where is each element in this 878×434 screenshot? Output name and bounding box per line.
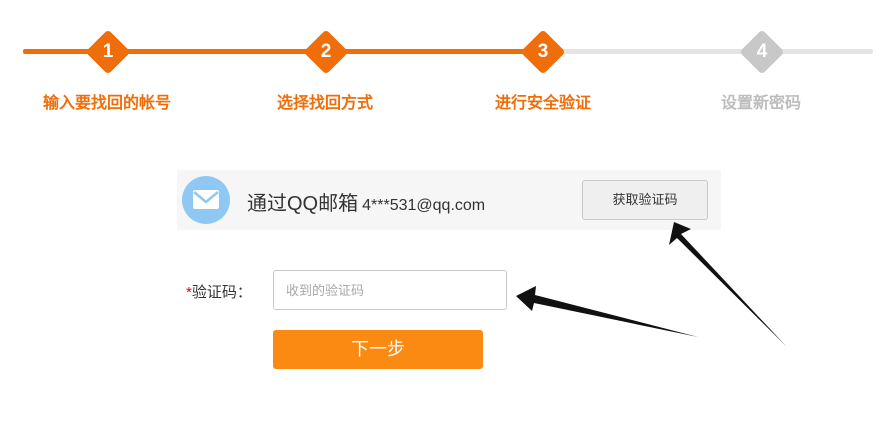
arrow-to-code-input — [516, 286, 698, 337]
arrow-to-get-code-button — [669, 222, 786, 346]
annotation-arrows — [516, 222, 786, 346]
